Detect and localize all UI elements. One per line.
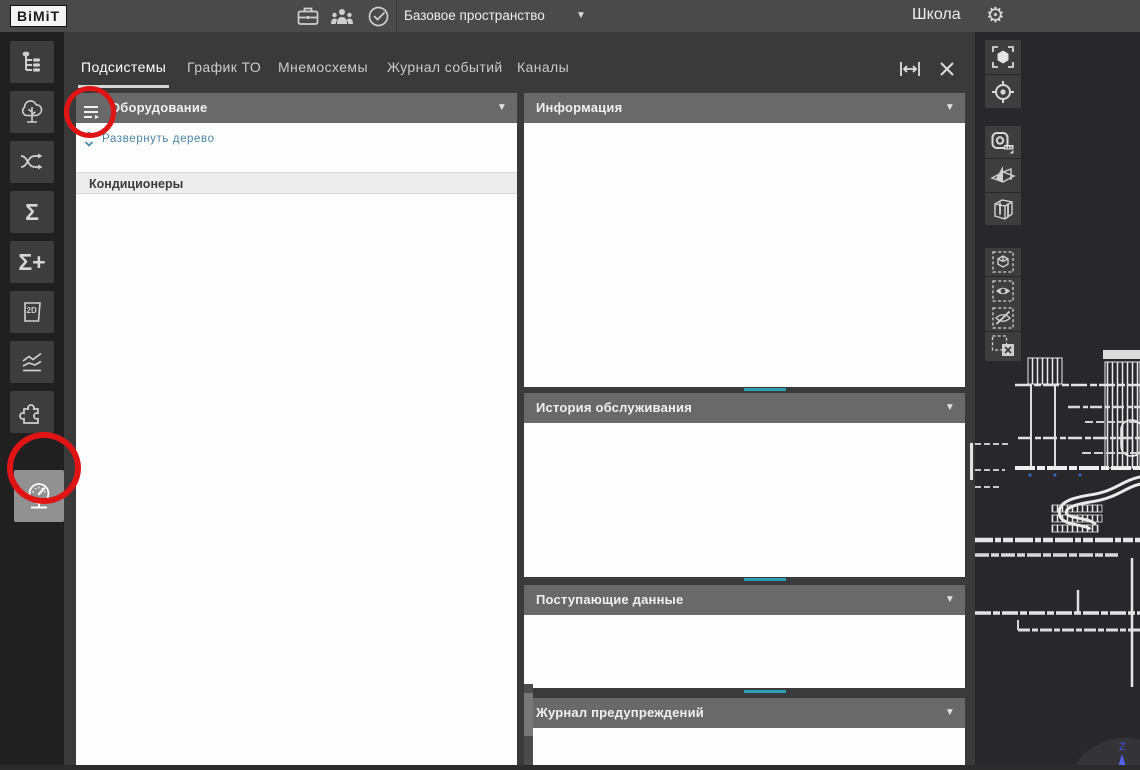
measure-tape-button[interactable] — [985, 126, 1021, 158]
section-body-service-history — [524, 423, 965, 577]
nature-tree-icon[interactable] — [10, 91, 54, 133]
sigma-icon[interactable]: Σ — [10, 191, 54, 233]
section-title: История обслуживания — [536, 400, 692, 415]
app-logo[interactable]: BiMiT — [10, 5, 67, 27]
shuffle-icon[interactable] — [10, 141, 54, 183]
section-resize-handle[interactable] — [744, 578, 786, 581]
trends-chart-icon[interactable] — [10, 341, 54, 383]
space-selector-caret-icon[interactable]: ▼ — [576, 10, 586, 21]
account-name[interactable]: Школа — [912, 6, 961, 24]
section-caret-icon[interactable]: ▼ — [945, 93, 955, 123]
section-title: Информация — [536, 100, 622, 115]
main-panel: Подсистемы График ТО Мнемосхемы Журнал с… — [64, 32, 975, 765]
axis-z-label: Z — [1119, 741, 1126, 753]
tab-channels[interactable]: Каналы — [514, 59, 572, 85]
tab-mnemoschemes[interactable]: Мнемосхемы — [275, 59, 371, 85]
section-resize-handle[interactable] — [744, 388, 786, 391]
users-group-icon[interactable] — [328, 5, 354, 27]
sigma-glyph: Σ — [25, 199, 39, 226]
panel-splitter-handle[interactable] — [970, 443, 973, 480]
puzzle-icon[interactable] — [10, 391, 54, 433]
section-caret-icon[interactable]: ▼ — [945, 585, 955, 615]
annotation-circle-gauge — [7, 432, 81, 504]
zoom-to-object-button[interactable] — [985, 40, 1021, 74]
space-selector[interactable]: Базовое пространство — [404, 8, 545, 23]
section-title: Журнал предупреждений — [536, 705, 704, 720]
equipment-panel-title: Оборудование — [110, 93, 207, 123]
isolate-cube-button[interactable] — [985, 248, 1021, 276]
show-visibility-button[interactable] — [985, 277, 1021, 304]
tab-subsystems[interactable]: Подсистемы — [78, 59, 169, 88]
sigma-plus-glyph: Σ+ — [18, 249, 45, 276]
check-circle-icon[interactable] — [367, 5, 393, 27]
equipment-panel: Оборудование ▼ Развернуть дерево Кондици… — [76, 93, 517, 765]
tab-event-log[interactable]: Журнал событий — [384, 59, 506, 85]
topbar-separator — [396, 0, 397, 32]
tree-row-conditioners[interactable]: Кондиционеры — [76, 172, 517, 194]
equipment-collapse-caret-icon[interactable]: ▼ — [497, 93, 507, 123]
close-icon[interactable] — [936, 58, 958, 85]
tab-maintenance-schedule[interactable]: График ТО — [184, 59, 264, 85]
clear-section-button[interactable] — [985, 332, 1021, 361]
section-body-info — [524, 123, 965, 387]
section-title: Поступающие данные — [536, 592, 683, 607]
locate-target-button[interactable] — [985, 75, 1021, 108]
hide-visibility-button[interactable] — [985, 304, 1021, 331]
left-icon-rail: Σ Σ+ 2D — [0, 32, 64, 765]
briefcase-icon[interactable] — [296, 5, 322, 27]
section-caret-icon[interactable]: ▼ — [945, 698, 955, 728]
section-caret-icon[interactable]: ▼ — [945, 393, 955, 423]
section-box-button[interactable] — [985, 193, 1021, 225]
section-body-incoming-data — [524, 615, 965, 688]
2d-glyph: 2D — [27, 306, 37, 315]
section-header-incoming-data[interactable]: Поступающие данные ▼ — [524, 585, 965, 615]
hierarchy-tree-icon[interactable] — [10, 41, 54, 83]
2d-view-icon[interactable]: 2D — [10, 291, 54, 333]
sigma-plus-icon[interactable]: Σ+ — [10, 241, 54, 283]
section-plane-button[interactable] — [985, 159, 1021, 192]
annotation-circle-panel-menu — [64, 86, 116, 138]
section-header-service-history[interactable]: История обслуживания ▼ — [524, 393, 965, 423]
section-header-warning-log[interactable]: Журнал предупреждений ▼ — [524, 698, 965, 728]
section-body-warning-log — [524, 728, 965, 765]
settings-gear-icon[interactable]: ⚙ — [986, 2, 1005, 30]
expand-tree-label: Развернуть дерево — [102, 133, 215, 145]
vertical-scrollbar[interactable] — [524, 684, 533, 765]
top-bar: BiMiT Базовое пространство ▼ Школа ⚙ — [0, 0, 1140, 33]
expand-width-icon[interactable] — [898, 58, 922, 85]
scrollbar-thumb[interactable] — [524, 693, 533, 736]
section-header-info[interactable]: Информация ▼ — [524, 93, 965, 123]
section-resize-handle[interactable] — [744, 690, 786, 693]
equipment-panel-header[interactable]: Оборудование ▼ — [76, 93, 517, 123]
